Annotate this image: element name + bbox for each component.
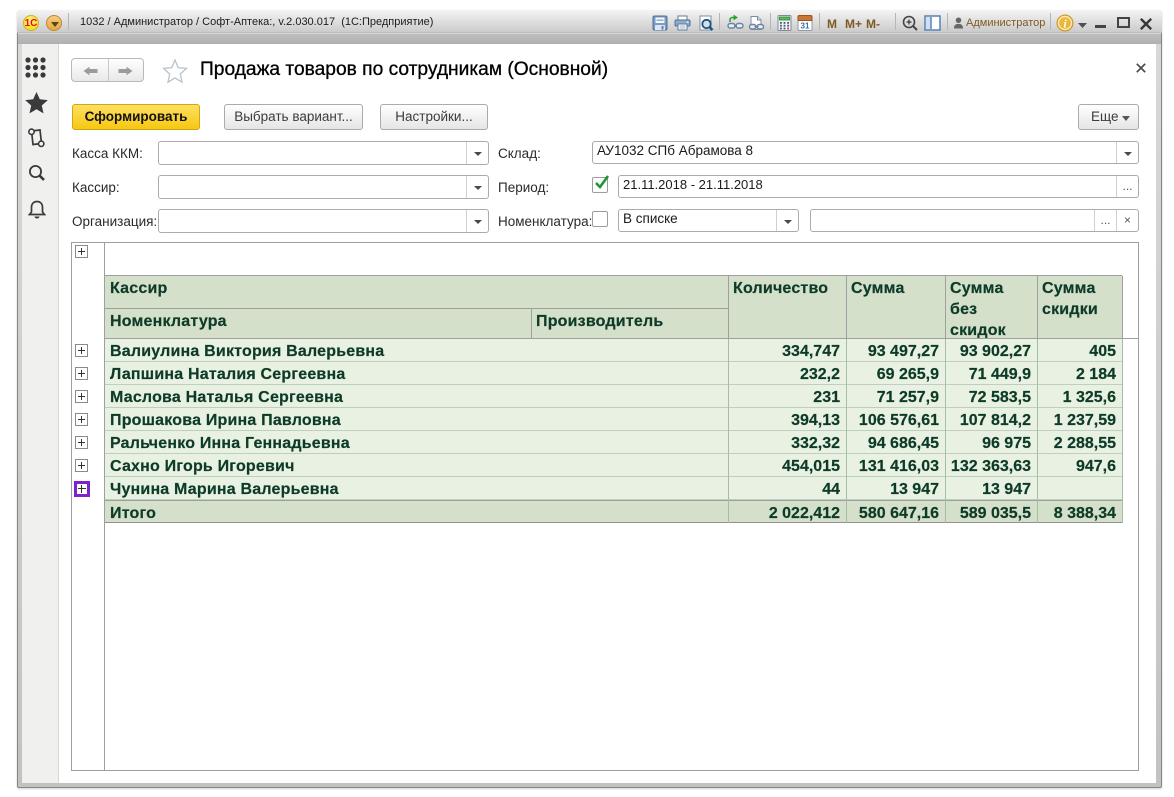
svg-text:31: 31 bbox=[801, 22, 810, 31]
